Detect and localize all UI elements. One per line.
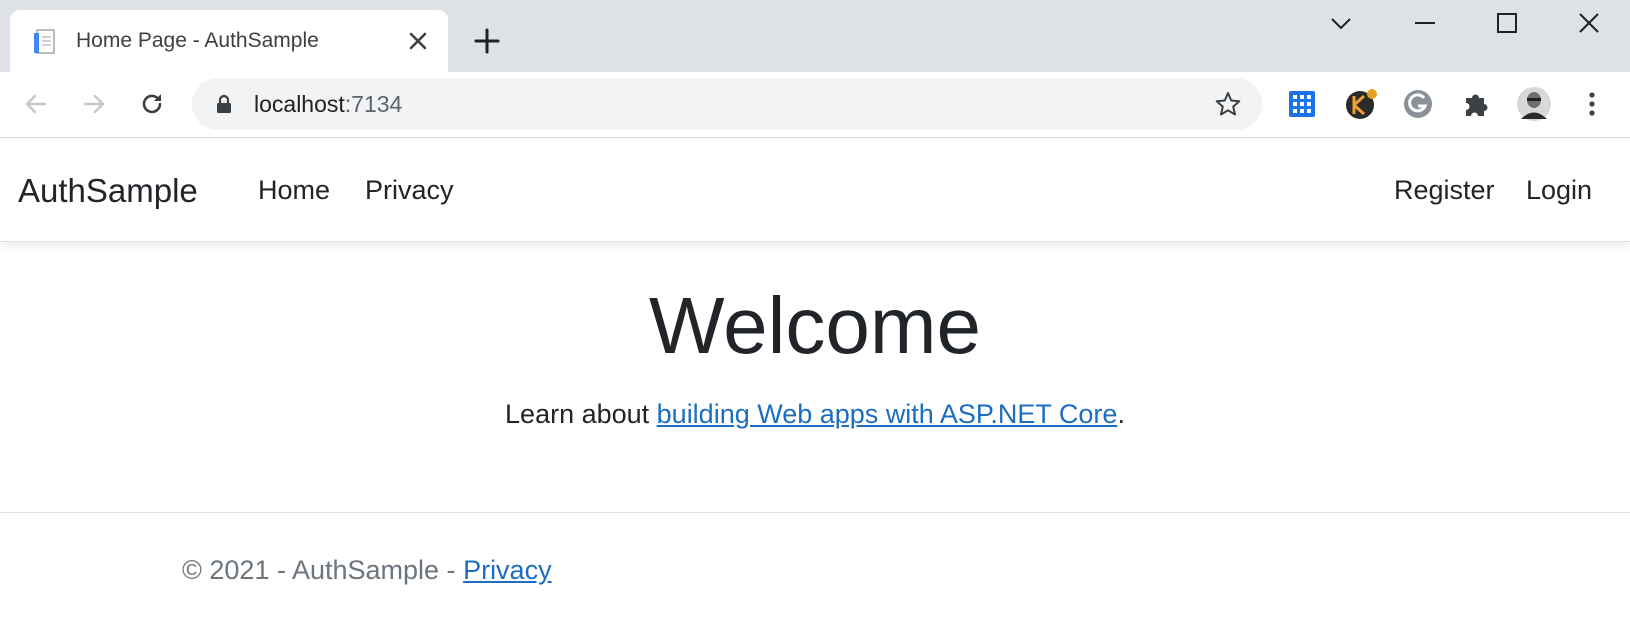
tab-search-button[interactable] (1300, 0, 1382, 46)
forward-button[interactable] (74, 84, 114, 124)
keeper-extension-icon[interactable] (1342, 86, 1378, 122)
nav-link-login[interactable]: Login (1526, 139, 1592, 242)
grid-icon (1289, 91, 1315, 117)
url-host: localhost (254, 91, 345, 117)
browser-menu-button[interactable] (1574, 86, 1610, 122)
footer-copyright: © 2021 - AuthSample - (182, 555, 464, 585)
browser-toolbar: localhost:7134 (0, 72, 1630, 138)
aspnet-docs-link[interactable]: building Web apps with ASP.NET Core (657, 399, 1118, 429)
reload-icon (142, 94, 162, 114)
page-title: Welcome (649, 281, 981, 370)
g-extension-icon (1404, 90, 1432, 118)
back-arrow-icon (25, 94, 47, 114)
chevron-down-icon (1331, 18, 1351, 30)
reload-button[interactable] (132, 84, 172, 124)
page-footer: © 2021 - AuthSample - Privacy (182, 550, 552, 590)
close-tab-icon[interactable] (406, 29, 430, 53)
apps-grid-icon[interactable] (1284, 86, 1320, 122)
learn-more-text: Learn about building Web apps with ASP.N… (0, 394, 1630, 434)
url-port: :7134 (344, 91, 403, 117)
navbar-brand[interactable]: AuthSample (18, 139, 198, 242)
back-button[interactable] (16, 84, 56, 124)
maximize-button[interactable] (1466, 0, 1548, 46)
avatar-icon (1517, 87, 1551, 121)
footer-divider (0, 512, 1630, 513)
kebab-menu-icon (1589, 92, 1595, 116)
puzzle-extensions-icon[interactable] (1458, 86, 1494, 122)
footer-privacy-link[interactable]: Privacy (463, 555, 552, 585)
browser-tab-active[interactable]: Home Page - AuthSample (10, 10, 448, 72)
nav-link-register[interactable]: Register (1394, 139, 1495, 242)
keeper-icon (1346, 89, 1377, 119)
maximize-icon (1497, 13, 1517, 33)
lock-icon[interactable] (216, 94, 232, 114)
minimize-icon (1415, 22, 1435, 24)
nav-link-home[interactable]: Home (258, 139, 330, 242)
learn-suffix: . (1117, 399, 1125, 429)
profile-avatar[interactable] (1516, 86, 1552, 122)
close-window-button[interactable] (1548, 0, 1630, 46)
url-text[interactable]: localhost:7134 (254, 78, 402, 130)
page-favicon-icon (34, 29, 55, 54)
puzzle-icon (1466, 94, 1488, 116)
browser-tabstrip: Home Page - AuthSample (0, 0, 1630, 72)
minimize-button[interactable] (1384, 0, 1466, 46)
close-icon (1579, 13, 1599, 33)
grammarly-icon[interactable] (1400, 86, 1436, 122)
learn-prefix: Learn about (505, 399, 657, 429)
new-tab-plus-icon[interactable] (470, 24, 504, 58)
site-navbar: AuthSample Home Privacy Register Login (0, 139, 1630, 242)
nav-link-privacy[interactable]: Privacy (365, 139, 454, 242)
tab-title: Home Page - AuthSample (76, 29, 319, 52)
forward-arrow-icon (83, 94, 105, 114)
address-bar[interactable]: localhost:7134 (192, 78, 1262, 130)
bookmark-star-icon[interactable] (1215, 91, 1241, 117)
